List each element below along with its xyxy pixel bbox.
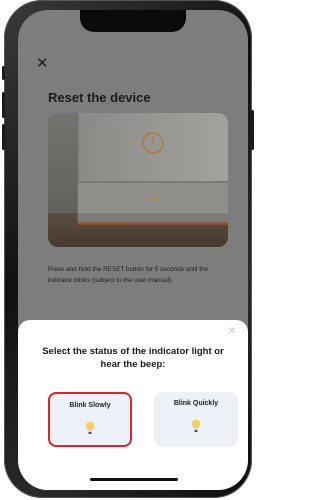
lightbulb-icon xyxy=(85,421,95,434)
close-icon[interactable]: ✕ xyxy=(36,56,49,71)
mute-switch xyxy=(2,66,5,80)
power-button xyxy=(251,110,254,150)
lightbulb-icon xyxy=(191,419,201,432)
notch xyxy=(80,10,186,32)
reset-instructions: Press and hold the RESET button for 5 se… xyxy=(48,266,209,284)
smart-device-illustration xyxy=(48,113,228,247)
phone-mockup: ✕ Reset the device Press and hold the RE… xyxy=(0,0,256,500)
indicator-status-sheet: ✕ Select the status of the indicator lig… xyxy=(18,320,248,490)
app-screen: ✕ Reset the device Press and hold the RE… xyxy=(18,10,248,490)
page-title: Reset the device xyxy=(48,90,151,105)
phone-frame: ✕ Reset the device Press and hold the RE… xyxy=(2,0,254,498)
option-label: Blink Slowly xyxy=(69,402,111,409)
option-blink-slowly[interactable]: Blink Slowly xyxy=(48,392,132,447)
sheet-question: Select the status of the indicator light… xyxy=(42,346,224,370)
option-label: Blink Quickly xyxy=(173,400,219,407)
option-blink-quickly[interactable]: Blink Quickly xyxy=(154,392,238,447)
volume-down-button xyxy=(2,124,5,150)
home-indicator[interactable] xyxy=(90,478,178,481)
sheet-close-icon[interactable]: ✕ xyxy=(228,326,236,337)
volume-up-button xyxy=(2,92,5,118)
device-photo xyxy=(48,113,228,247)
